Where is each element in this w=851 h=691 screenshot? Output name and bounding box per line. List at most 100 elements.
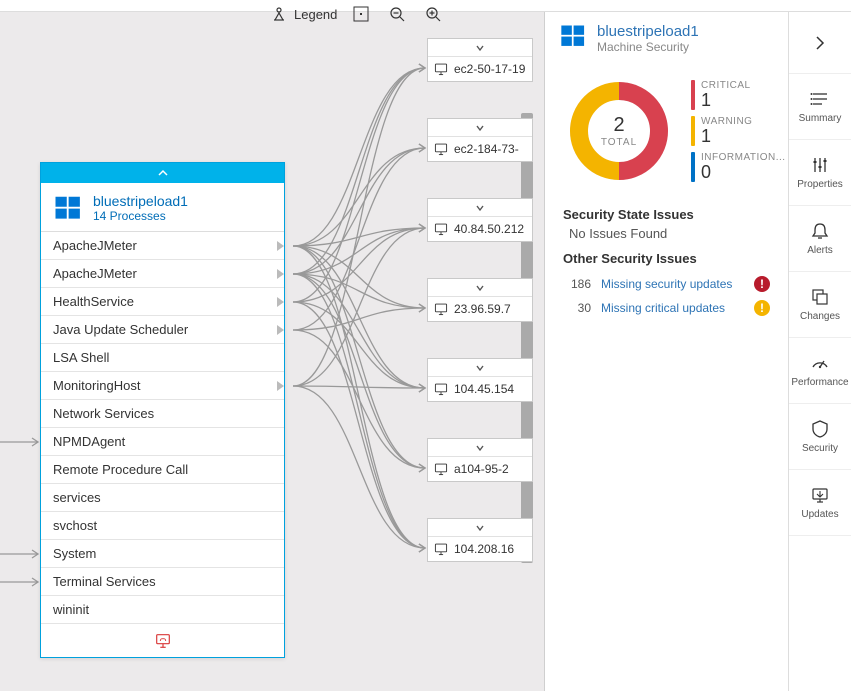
changes-icon: [810, 287, 830, 307]
target-label: a104-95-2: [454, 462, 509, 476]
process-item[interactable]: svchost: [41, 512, 284, 540]
process-item[interactable]: System: [41, 540, 284, 568]
rail-item-security[interactable]: Security: [789, 404, 851, 470]
target-node[interactable]: 23.96.59.7: [427, 278, 533, 322]
target-label: ec2-184-73-: [454, 142, 519, 156]
machine-header[interactable]: bluestripeload1 14 Processes: [41, 183, 284, 231]
expand-toggle[interactable]: [428, 119, 532, 137]
issue-count: 186: [563, 277, 591, 291]
target-label: ec2-50-17-19: [454, 62, 525, 76]
zoom-out-button[interactable]: [385, 2, 409, 26]
machine-subtitle: 14 Processes: [93, 209, 188, 223]
target-node[interactable]: 40.84.50.212: [427, 198, 533, 242]
expand-toggle[interactable]: [428, 199, 532, 217]
rail-item-properties[interactable]: Properties: [789, 140, 851, 206]
target-label: 23.96.59.7: [454, 302, 511, 316]
target-node[interactable]: ec2-50-17-19: [427, 38, 533, 82]
process-item[interactable]: MonitoringHost: [41, 372, 284, 400]
legend-label: INFORMATION...: [701, 152, 786, 163]
performance-icon: [810, 353, 830, 373]
legend-value: 1: [701, 91, 751, 109]
zoom-in-button[interactable]: [421, 2, 445, 26]
process-item[interactable]: wininit: [41, 596, 284, 623]
scrollbar[interactable]: [521, 113, 533, 563]
legend-row: WARNING 1: [691, 116, 786, 146]
monitor-icon: [434, 142, 448, 156]
rail-label: Alerts: [807, 245, 833, 256]
rail-label: Performance: [791, 377, 848, 388]
machine-name: bluestripeload1: [93, 193, 188, 209]
severity-badge: !: [754, 276, 770, 292]
legend-button[interactable]: Legend: [270, 5, 337, 23]
expand-panel-button[interactable]: [789, 12, 851, 74]
process-item[interactable]: Network Services: [41, 400, 284, 428]
legend-color: [691, 152, 695, 182]
rail-item-performance[interactable]: Performance: [789, 338, 851, 404]
process-item[interactable]: Java Update Scheduler: [41, 316, 284, 344]
state-issues-title: Security State Issues: [563, 207, 770, 222]
rail-item-alerts[interactable]: Alerts: [789, 206, 851, 272]
legend-value: 1: [701, 127, 752, 145]
machine-card: bluestripeload1 14 Processes ApacheJMete…: [40, 162, 285, 658]
rail-label: Security: [802, 443, 838, 454]
process-item[interactable]: HealthService: [41, 288, 284, 316]
monitor-icon: [434, 542, 448, 556]
process-item[interactable]: ApacheJMeter: [41, 260, 284, 288]
expand-toggle[interactable]: [428, 39, 532, 57]
updates-icon: [810, 485, 830, 505]
monitor-icon: [434, 62, 448, 76]
donut-total: 2: [613, 114, 624, 137]
target-node[interactable]: 104.208.16: [427, 518, 533, 562]
process-item[interactable]: NPMDAgent: [41, 428, 284, 456]
monitor-icon: [434, 462, 448, 476]
expand-toggle[interactable]: [428, 439, 532, 457]
legend-row: INFORMATION... 0: [691, 152, 786, 182]
rail-label: Changes: [800, 311, 840, 322]
issue-text: Missing security updates: [601, 277, 744, 291]
process-item[interactable]: Terminal Services: [41, 568, 284, 596]
process-item[interactable]: LSA Shell: [41, 344, 284, 372]
legend-color: [691, 80, 695, 110]
panel-title: bluestripeload1: [597, 23, 699, 40]
panel-subtitle: Machine Security: [597, 40, 699, 54]
side-rail: Summary Properties Alerts Changes Performanc…: [788, 12, 851, 691]
expand-toggle[interactable]: [428, 279, 532, 297]
rail-item-changes[interactable]: Changes: [789, 272, 851, 338]
details-panel: bluestripeload1 Machine Security 2 TOTAL…: [544, 12, 788, 691]
process-item[interactable]: services: [41, 484, 284, 512]
process-item[interactable]: Remote Procedure Call: [41, 456, 284, 484]
expand-toggle[interactable]: [428, 519, 532, 537]
other-issues-title: Other Security Issues: [563, 251, 770, 266]
rail-label: Summary: [799, 113, 842, 124]
issue-text: Missing critical updates: [601, 301, 744, 315]
security-icon: [810, 419, 830, 439]
card-footer-icon[interactable]: [41, 623, 284, 657]
summary-icon: [810, 89, 830, 109]
issue-row[interactable]: 186 Missing security updates !: [563, 272, 770, 296]
monitor-icon: [434, 302, 448, 316]
monitor-icon: [434, 382, 448, 396]
expand-toggle[interactable]: [428, 359, 532, 377]
issue-count: 30: [563, 301, 591, 315]
legend-row: CRITICAL 1: [691, 80, 786, 110]
target-node[interactable]: a104-95-2: [427, 438, 533, 482]
legend-value: 0: [701, 163, 786, 181]
windows-icon: [53, 193, 83, 223]
issue-row[interactable]: 30 Missing critical updates !: [563, 296, 770, 320]
collapse-toggle[interactable]: [41, 163, 284, 183]
target-node[interactable]: ec2-184-73-: [427, 118, 533, 162]
process-item[interactable]: ApacheJMeter: [41, 232, 284, 260]
target-label: 40.84.50.212: [454, 222, 524, 236]
target-node[interactable]: 104.45.154: [427, 358, 533, 402]
monitor-icon: [434, 222, 448, 236]
severity-badge: !: [754, 300, 770, 316]
rail-label: Updates: [801, 509, 838, 520]
rail-item-updates[interactable]: Updates: [789, 470, 851, 536]
rail-item-summary[interactable]: Summary: [789, 74, 851, 140]
legend-color: [691, 116, 695, 146]
properties-icon: [810, 155, 830, 175]
target-label: 104.45.154: [454, 382, 514, 396]
fit-button[interactable]: [349, 2, 373, 26]
target-label: 104.208.16: [454, 542, 514, 556]
donut-total-label: TOTAL: [601, 137, 637, 148]
